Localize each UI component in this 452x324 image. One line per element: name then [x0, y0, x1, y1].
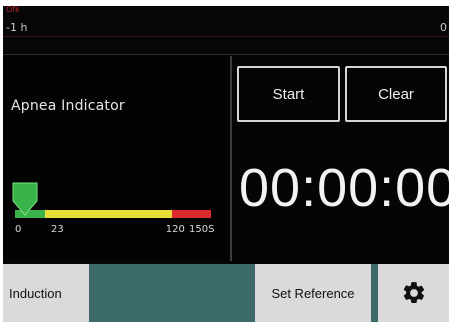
gauge-tick-label-0: 0: [15, 224, 22, 235]
monitor-screen: Ofk -1 h 0 Apnea Indicator 0 23 120 150S…: [3, 6, 449, 322]
bottom-action-bar: Induction Set Reference: [3, 264, 449, 322]
gauge-marker-icon: [12, 182, 38, 216]
gauge-segment-yellow: [45, 210, 172, 218]
set-reference-button[interactable]: Set Reference: [255, 264, 371, 322]
trend-time-start-label: -1 h: [6, 21, 28, 34]
induction-button[interactable]: Induction: [3, 264, 89, 322]
trend-top-label: Ofk: [6, 6, 20, 14]
gauge-tick-label-120: 120: [165, 224, 185, 235]
clear-button[interactable]: Clear: [345, 66, 447, 122]
start-button[interactable]: Start: [237, 66, 340, 122]
trend-strip: Ofk -1 h 0: [3, 6, 449, 55]
apnea-panel: Apnea Indicator 0 23 120 150S: [3, 56, 229, 261]
panel-divider: [230, 56, 232, 261]
gauge-tick-label-150: 150S: [189, 224, 215, 235]
apnea-gauge: 0 23 120 150S: [11, 181, 215, 235]
gauge-segment-red: [171, 210, 211, 218]
trend-time-end-label: 0: [440, 21, 447, 34]
settings-button[interactable]: [378, 264, 449, 322]
apnea-gauge-bar: [15, 210, 211, 218]
apnea-timer-display: 00:00:00: [239, 158, 449, 218]
gauge-tick-label-23: 23: [51, 224, 64, 235]
trend-baseline: [3, 36, 449, 37]
gear-icon: [403, 282, 424, 304]
apnea-indicator-title: Apnea Indicator: [11, 98, 125, 114]
